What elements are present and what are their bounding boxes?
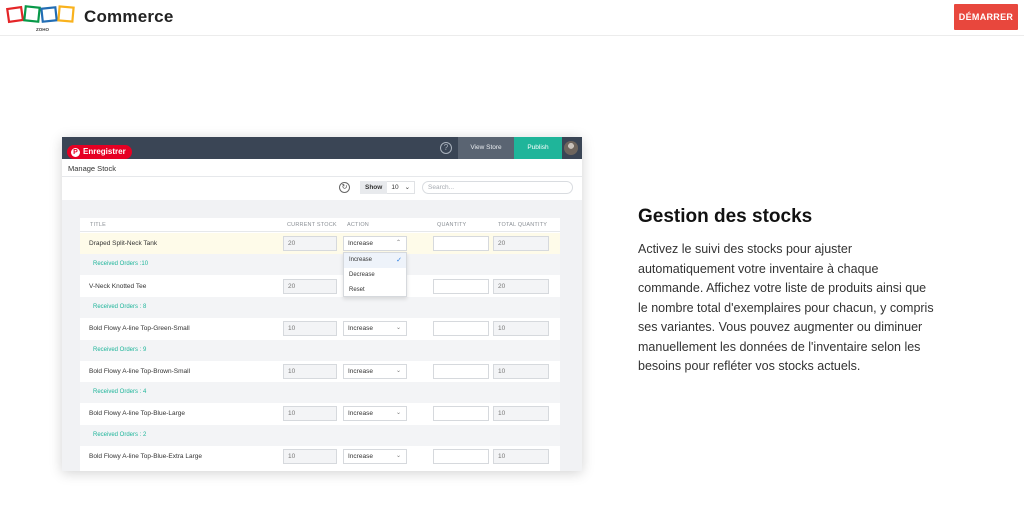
product-title: Bold Flowy A-line Top-Blue-Extra Large bbox=[89, 453, 202, 460]
received-orders-row: Received Orders : 2 bbox=[80, 425, 560, 446]
feature-title: Gestion des stocks bbox=[638, 206, 813, 227]
quantity-input[interactable] bbox=[433, 236, 489, 251]
help-icon[interactable]: ? bbox=[440, 142, 452, 154]
action-select[interactable]: Increase ⌃ bbox=[343, 236, 407, 251]
zoho-logo[interactable]: ZOHO bbox=[6, 4, 78, 32]
total-quantity-field: 20 bbox=[493, 236, 549, 251]
col-current-stock: CURRENT STOCK bbox=[287, 222, 337, 228]
publish-button[interactable]: Publish bbox=[514, 137, 562, 159]
quantity-input[interactable] bbox=[433, 449, 489, 464]
option-reset[interactable]: Reset bbox=[344, 283, 406, 298]
page-size-select[interactable]: Show 10 ⌄ bbox=[360, 181, 416, 194]
current-stock-field: 10 bbox=[283, 321, 337, 336]
col-action: ACTION bbox=[347, 222, 369, 228]
chevron-up-icon: ⌃ bbox=[395, 240, 401, 246]
action-select[interactable]: Increase ⌄ bbox=[343, 449, 407, 464]
option-label: Decrease bbox=[349, 272, 375, 278]
received-orders-row: Received Orders : 4 bbox=[80, 382, 560, 403]
page-title: Manage Stock bbox=[68, 164, 116, 173]
option-label: Increase bbox=[349, 257, 373, 263]
pinterest-save-label: Enregistrer bbox=[83, 147, 126, 156]
divider bbox=[62, 176, 582, 177]
action-dropdown-menu: Increase ✓ Decrease Reset bbox=[343, 252, 407, 297]
product-title: Bold Flowy A-line Top-Green-Small bbox=[89, 325, 190, 332]
start-button[interactable]: DÉMARRER bbox=[954, 4, 1018, 30]
feature-description: Activez le suivi des stocks pour ajuster… bbox=[638, 242, 934, 373]
total-quantity-field: 10 bbox=[493, 321, 549, 336]
total-quantity-field: 20 bbox=[493, 279, 549, 294]
product-title: Bold Flowy A-line Top-Brown-Small bbox=[89, 368, 191, 375]
pinterest-save-button[interactable]: P Enregistrer bbox=[67, 145, 132, 159]
chevron-down-icon: ⌄ bbox=[395, 453, 401, 459]
received-orders-text: Received Orders : 2 bbox=[93, 432, 147, 438]
table-row: Bold Flowy A-line Top-Blue-Large 10 Incr… bbox=[80, 403, 560, 424]
pinterest-icon: P bbox=[71, 147, 80, 157]
show-value: 10 bbox=[391, 184, 399, 191]
search-input[interactable]: Search... bbox=[422, 181, 573, 194]
app-toolbar: ? View Store Publish bbox=[62, 137, 582, 159]
chevron-down-icon: ⌄ bbox=[395, 410, 401, 416]
chevron-down-icon: ⌄ bbox=[404, 184, 411, 191]
action-value: Increase bbox=[348, 410, 373, 417]
header-divider bbox=[80, 231, 560, 232]
current-stock-field: 20 bbox=[283, 236, 337, 251]
top-navbar: ZOHO Commerce DÉMARRER bbox=[0, 0, 1024, 36]
action-select[interactable]: Increase ⌄ bbox=[343, 364, 407, 379]
action-value: Increase bbox=[348, 368, 373, 375]
action-select[interactable]: Increase ⌄ bbox=[343, 406, 407, 421]
show-label: Show bbox=[360, 181, 388, 194]
option-decrease[interactable]: Decrease bbox=[344, 268, 406, 283]
table-row: Bold Flowy A-line Top-Green-Small 10 Inc… bbox=[80, 318, 560, 339]
col-quantity: QUANTITY bbox=[437, 222, 467, 228]
action-value: Increase bbox=[348, 240, 373, 247]
action-value: Increase bbox=[348, 325, 373, 332]
action-select[interactable]: Increase ⌄ bbox=[343, 321, 407, 336]
table-row: Bold Flowy A-line Top-Brown-Small 10 Inc… bbox=[80, 361, 560, 382]
avatar[interactable] bbox=[564, 141, 578, 155]
product-title: V-Neck Knotted Tee bbox=[89, 283, 147, 290]
received-orders-row: Received Orders : 8 bbox=[80, 297, 560, 318]
manage-stock-screenshot: ? View Store Publish P Enregistrer Manag… bbox=[62, 137, 582, 471]
current-stock-field: 20 bbox=[283, 279, 337, 294]
received-orders-text: Received Orders : 9 bbox=[93, 347, 147, 353]
brand-name: Commerce bbox=[84, 7, 174, 26]
total-quantity-field: 10 bbox=[493, 406, 549, 421]
quantity-input[interactable] bbox=[433, 321, 489, 336]
option-label: Reset bbox=[349, 287, 365, 293]
total-quantity-field: 10 bbox=[493, 449, 549, 464]
product-title: Draped Split-Neck Tank bbox=[89, 240, 158, 247]
quantity-input[interactable] bbox=[433, 364, 489, 379]
option-increase[interactable]: Increase ✓ bbox=[344, 253, 406, 268]
quantity-input[interactable] bbox=[433, 279, 489, 294]
table-row: V-Neck Knotted Tee 20 20 bbox=[80, 276, 560, 297]
total-quantity-field: 10 bbox=[493, 364, 549, 379]
current-stock-field: 10 bbox=[283, 406, 337, 421]
received-orders-text: Received Orders : 4 bbox=[93, 389, 147, 395]
received-orders-text: Received Orders : 8 bbox=[93, 304, 147, 310]
chevron-down-icon: ⌄ bbox=[395, 368, 401, 374]
table-row: Draped Split-Neck Tank 20 Increase ⌃ 20 bbox=[80, 233, 560, 254]
col-title: TITLE bbox=[90, 222, 106, 228]
received-orders-row: Received Orders :10 bbox=[80, 254, 560, 275]
received-orders-row: Received Orders : 9 bbox=[80, 340, 560, 361]
action-value: Increase bbox=[348, 453, 373, 460]
product-title: Bold Flowy A-line Top-Blue-Large bbox=[89, 410, 185, 417]
check-icon: ✓ bbox=[396, 257, 402, 264]
chevron-down-icon: ⌄ bbox=[395, 325, 401, 331]
current-stock-field: 10 bbox=[283, 364, 337, 379]
current-stock-field: 10 bbox=[283, 449, 337, 464]
received-orders-text: Received Orders :10 bbox=[93, 261, 149, 267]
refresh-icon[interactable]: ↻ bbox=[339, 182, 350, 193]
col-total-quantity: TOTAL QUANTITY bbox=[498, 222, 548, 228]
svg-text:ZOHO: ZOHO bbox=[36, 27, 49, 32]
table-row: Bold Flowy A-line Top-Blue-Extra Large 1… bbox=[80, 446, 560, 467]
quantity-input[interactable] bbox=[433, 406, 489, 421]
view-store-button[interactable]: View Store bbox=[458, 137, 514, 159]
